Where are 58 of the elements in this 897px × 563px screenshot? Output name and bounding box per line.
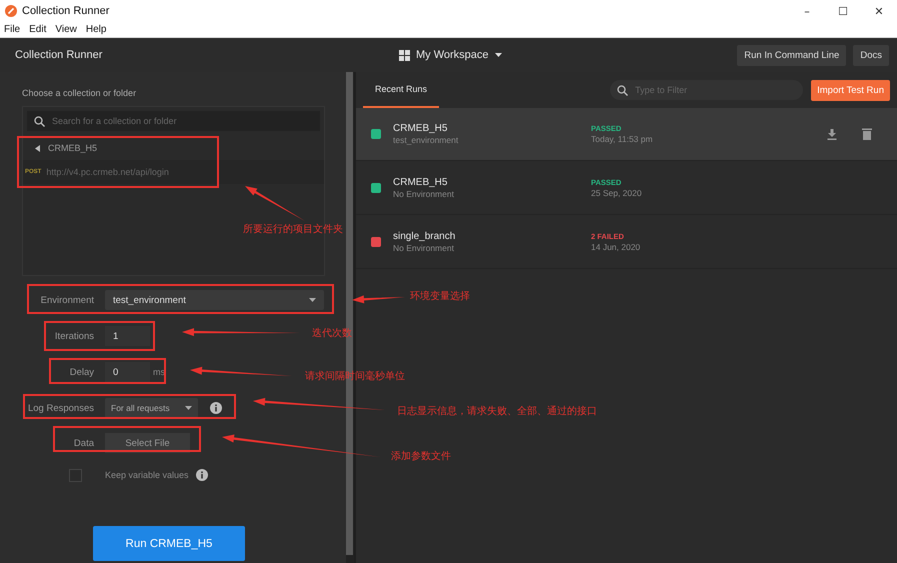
run-environment: test_environment [393,135,460,145]
annotation-arrow [245,186,305,221]
field-label: Iterations [54,330,94,342]
run-name: single_branch [393,230,456,242]
caret-icon [309,298,316,302]
run-environment: No Environment [393,188,455,198]
field-label: Data [72,438,94,448]
caret-icon [185,406,192,410]
log-responses-select[interactable]: For all requests [105,398,198,418]
section-label: Choose a collection or folder [22,88,138,98]
annotation-text: 所要运行的项目文件夹 [243,222,343,236]
annotation-text: 环境变量选择 [410,290,470,303]
run-name: CRMEB_H5 [393,123,448,134]
annotation-text: 添加参数文件 [391,450,451,463]
collection-name[interactable]: CRMEB_H5 [48,143,98,153]
window-control[interactable]: ☐ [825,0,861,22]
checkbox-label: Keep variable values [105,470,189,480]
caret-icon [494,53,502,57]
annotation-arrow [352,295,405,304]
window-control[interactable]: – [789,0,825,22]
menu-item[interactable]: Help [86,24,106,35]
app-icon [5,5,17,17]
trash-icon[interactable] [862,128,872,140]
info-icon[interactable] [196,469,208,481]
menu-item[interactable]: Edit [29,24,46,35]
annotation-text: 日志显示信息，请求失败、全部、通过的接口 [397,404,597,418]
run-name: CRMEB_H5 [393,176,448,188]
menu-item[interactable]: View [55,24,77,35]
run-date: 25 Sep, 2020 [591,188,642,198]
header-button[interactable]: Docs [853,44,889,66]
run-date: 14 Jun, 2020 [591,242,640,252]
field-label: Delay [68,366,94,378]
page-title: Collection Runner [15,49,102,61]
run-environment: No Environment [393,242,455,252]
window-title: Collection Runner [22,5,110,17]
info-icon[interactable] [210,402,222,414]
collapse-caret-icon[interactable] [35,144,40,152]
header-button[interactable]: Run In Command Line [737,44,846,66]
run-button[interactable]: Run CRMEB_H5 [93,526,245,561]
window-control[interactable]: ✕ [861,0,897,22]
workspace-menu[interactable]: My Workspace [416,49,489,61]
annotation-text: 请求间隔时间毫秒单位 [305,370,405,383]
delay-field[interactable]: 0 [105,362,150,382]
field-label: Log Responses [26,402,94,414]
checkbox[interactable] [69,468,82,482]
select-file-button[interactable]: Select File [105,433,190,453]
environment-select[interactable]: test_environment [105,290,324,310]
search-icon [617,85,628,96]
annotation-text: 迭代次数 [312,326,352,340]
grid-icon [399,50,410,60]
field-label: Environment [40,294,94,306]
search-icon [34,116,45,127]
menu-item[interactable]: File [4,24,20,35]
iterations-field[interactable]: 1 [105,326,150,346]
run-date: Today, 11:53 pm [591,134,653,144]
unit-label: ms [153,367,165,377]
search-field[interactable]: Search for a collection or folder [27,111,320,131]
download-icon[interactable] [827,128,837,140]
